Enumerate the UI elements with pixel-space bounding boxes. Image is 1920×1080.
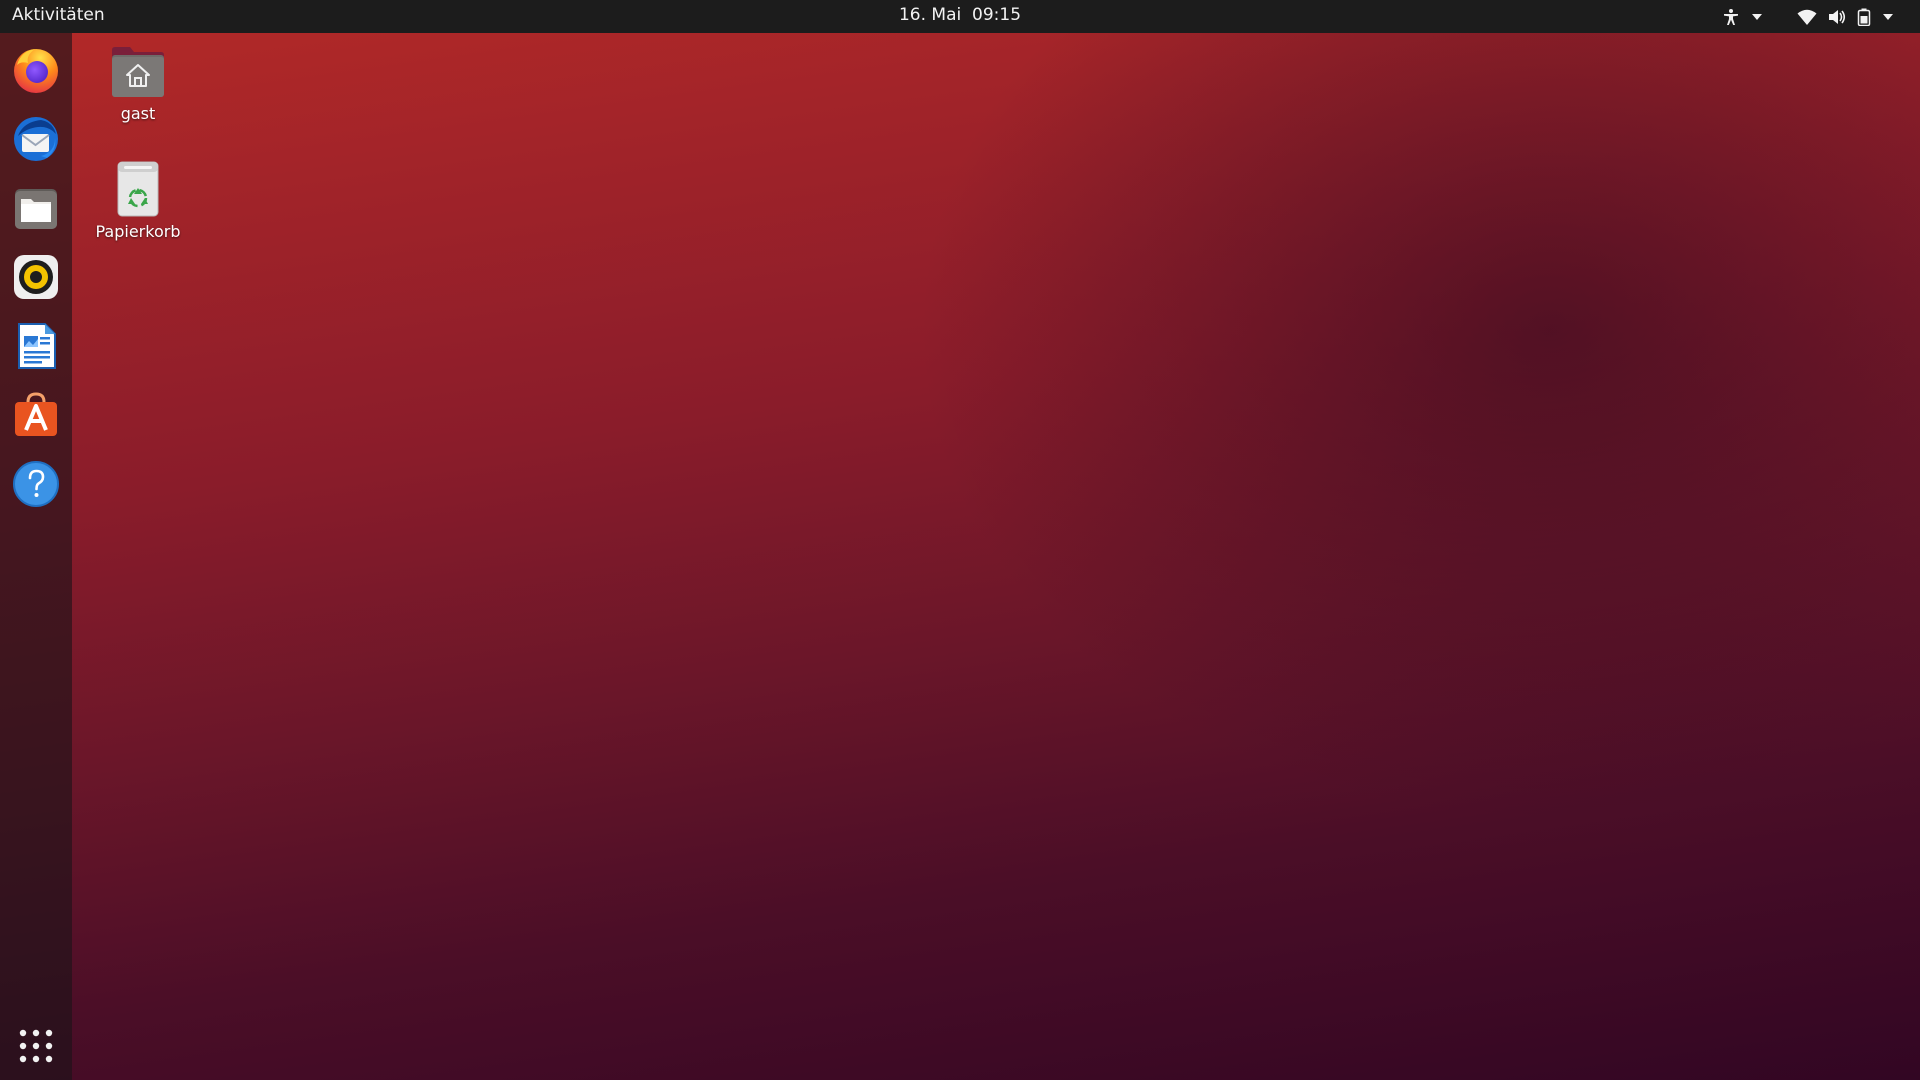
writer-icon — [11, 321, 61, 371]
app-grid-icon — [18, 1029, 54, 1068]
dock-rhythmbox[interactable] — [11, 252, 61, 302]
desktop-icon-label: gast — [120, 104, 156, 123]
desktop-icon-trash[interactable]: Papierkorb — [78, 160, 198, 241]
desktop-wallpaper[interactable] — [0, 0, 1920, 1080]
home-folder-icon — [78, 44, 198, 100]
system-menu[interactable] — [1797, 0, 1895, 33]
desktop-icon-home[interactable]: gast — [78, 44, 198, 123]
rhythmbox-icon — [11, 252, 61, 302]
wifi-icon — [1797, 8, 1817, 26]
dock-thunderbird[interactable] — [11, 114, 61, 164]
activities-button[interactable]: Aktivitäten — [12, 5, 105, 25]
dock — [0, 33, 72, 1080]
top-bar: Aktivitäten 16. Mai 09:15 — [0, 0, 1920, 33]
trash-icon — [78, 160, 198, 218]
help-icon — [11, 459, 61, 509]
battery-icon — [1857, 8, 1871, 26]
dock-firefox[interactable] — [11, 45, 61, 95]
volume-icon — [1827, 8, 1847, 26]
chevron-down-icon — [1750, 10, 1764, 24]
dock-writer[interactable] — [11, 321, 61, 371]
desktop-icon-label: Papierkorb — [95, 222, 181, 241]
thunderbird-icon — [11, 114, 61, 164]
dock-software[interactable] — [11, 390, 61, 440]
software-icon — [11, 390, 61, 440]
accessibility-icon — [1722, 8, 1740, 26]
dock-files[interactable] — [11, 183, 61, 233]
chevron-down-icon — [1881, 10, 1895, 24]
accessibility-menu[interactable] — [1722, 0, 1764, 33]
files-icon — [11, 183, 61, 233]
clock-button[interactable]: 16. Mai 09:15 — [899, 5, 1021, 25]
dock-help[interactable] — [11, 459, 61, 509]
show-applications-button[interactable] — [18, 1028, 54, 1064]
firefox-icon — [11, 45, 61, 95]
